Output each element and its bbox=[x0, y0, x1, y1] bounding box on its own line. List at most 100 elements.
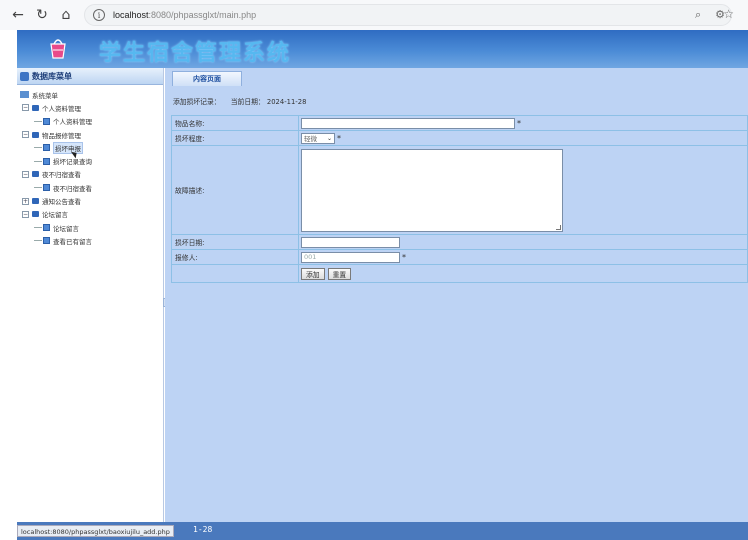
address-actions: ⌕ ⚙ bbox=[695, 8, 725, 22]
chevron-down-icon: ⌄ bbox=[326, 134, 332, 142]
database-icon bbox=[20, 71, 29, 81]
tree-item-label: 个人资料管理 bbox=[53, 118, 92, 127]
tab-content-page[interactable]: 内容页面 bbox=[172, 71, 242, 86]
status-url: localhost:8080/phpassglxt/baoxiujilu_add… bbox=[17, 525, 174, 537]
collapse-icon[interactable]: − bbox=[22, 210, 29, 218]
current-date-label: 当前日期： bbox=[230, 98, 265, 106]
description-label: 故障描述: bbox=[172, 146, 299, 234]
add-button[interactable]: 添加 bbox=[301, 267, 325, 280]
tree-group-notice[interactable]: + 通知公告查看 bbox=[17, 194, 163, 207]
folder-icon bbox=[32, 171, 39, 178]
form-row-item-name: 物品名称: * bbox=[172, 116, 747, 131]
folder-root-icon bbox=[20, 91, 29, 99]
tree-group-label: 论坛留言 bbox=[42, 211, 68, 220]
sidebar-title: 数据库菜单 bbox=[32, 71, 72, 81]
tree-connector bbox=[34, 240, 42, 242]
damage-level-label: 损坏程度: bbox=[172, 131, 299, 145]
search-icon[interactable]: ⌕ bbox=[695, 8, 701, 22]
tree-item-damage-query[interactable]: 损坏记录查询 bbox=[17, 154, 163, 167]
refresh-icon[interactable]: ↻ bbox=[34, 7, 50, 23]
form-row-reporter: 报修人: 001 * bbox=[172, 250, 747, 265]
damage-date-input[interactable] bbox=[301, 236, 400, 248]
folder-icon bbox=[32, 198, 39, 205]
site-header: 学生宿舍管理系统 bbox=[17, 30, 748, 68]
tree-item-damage-report[interactable]: 损坏申报 bbox=[17, 141, 163, 154]
info-icon[interactable]: i bbox=[93, 9, 105, 21]
damage-level-value: 轻微 bbox=[304, 135, 317, 143]
expand-icon[interactable]: + bbox=[22, 197, 29, 205]
tab-strip: 内容页面 bbox=[165, 68, 748, 86]
required-mark: * bbox=[402, 252, 406, 262]
collapse-icon[interactable]: − bbox=[22, 104, 29, 112]
tree-group-label: 夜不归宿查看 bbox=[42, 171, 81, 180]
tree-group-forum[interactable]: − 论坛留言 bbox=[17, 208, 163, 221]
reporter-input[interactable]: 001 bbox=[301, 251, 400, 263]
tree-item-view-messages[interactable]: 查看已有留言 bbox=[17, 234, 163, 247]
page-icon bbox=[43, 224, 50, 232]
page-heading: 添加损坏记录： 当前日期： 2024-11-28 bbox=[165, 86, 748, 116]
menu-tree: 系统菜单 − 个人资料管理 个人资料管理 − 物品报修管理 损坏申报 损坏记录查… bbox=[17, 85, 163, 248]
form-row-actions: 添加 重置 bbox=[172, 265, 747, 282]
page-icon bbox=[43, 237, 50, 245]
tree-item-forum[interactable]: 论坛留言 bbox=[17, 221, 163, 234]
damage-form: 物品名称: * 损坏程度: 轻微 ⌄ * 故障描述: 损坏日期: 报修人: 00… bbox=[171, 115, 748, 283]
bookmark-star-icon[interactable]: ☆ bbox=[723, 7, 734, 21]
tree-group-label: 个人资料管理 bbox=[42, 104, 81, 113]
back-arrow-icon[interactable]: ← bbox=[10, 7, 26, 23]
item-name-cell: * bbox=[299, 116, 747, 130]
tree-root-label: 系统菜单 bbox=[32, 91, 58, 100]
collapse-icon[interactable]: − bbox=[22, 131, 29, 139]
folder-icon bbox=[32, 104, 39, 111]
current-date: 2024-11-28 bbox=[266, 98, 307, 106]
description-textarea[interactable] bbox=[301, 148, 563, 232]
collapse-icon[interactable]: − bbox=[22, 170, 29, 178]
tree-item-night[interactable]: 夜不归宿查看 bbox=[17, 181, 163, 194]
folder-icon bbox=[32, 131, 39, 138]
page-icon bbox=[43, 117, 50, 125]
logo-icon bbox=[50, 39, 66, 59]
resize-grip-icon[interactable] bbox=[556, 224, 561, 230]
tree-group-repair[interactable]: − 物品报修管理 bbox=[17, 128, 163, 141]
description-cell bbox=[299, 146, 747, 234]
tree-connector bbox=[34, 187, 42, 189]
page-icon bbox=[43, 184, 50, 192]
url-path: :8080/phpassglxt/main.php bbox=[148, 10, 257, 20]
damage-level-cell: 轻微 ⌄ * bbox=[299, 131, 747, 145]
tree-item-label-selected: 损坏申报 bbox=[53, 141, 83, 154]
tree-connector bbox=[34, 147, 42, 149]
actions-label-cell bbox=[172, 265, 299, 282]
reporter-cell: 001 * bbox=[299, 250, 747, 264]
tree-connector bbox=[34, 227, 42, 229]
address-bar[interactable]: i localhost:8080/phpassglxt/main.php ⌕ ⚙ bbox=[84, 4, 732, 26]
actions-cell: 添加 重置 bbox=[299, 265, 747, 282]
damage-date-label: 损坏日期: bbox=[172, 235, 299, 249]
status-bar: localhost:8080/phpassglxt/baoxiujilu_add… bbox=[17, 522, 748, 540]
required-mark: * bbox=[517, 118, 521, 128]
sidebar-header: 数据库菜单 bbox=[17, 68, 163, 85]
reporter-label: 报修人: bbox=[172, 250, 299, 264]
home-icon[interactable]: ⌂ bbox=[58, 7, 74, 23]
url-host: localhost bbox=[113, 10, 149, 20]
url-text: localhost:8080/phpassglxt/main.php bbox=[113, 10, 256, 20]
tree-item-profile[interactable]: 个人资料管理 bbox=[17, 115, 163, 128]
tree-connector bbox=[34, 160, 42, 162]
item-name-label: 物品名称: bbox=[172, 116, 299, 130]
tree-item-label: 损坏记录查询 bbox=[53, 158, 92, 167]
page-icon bbox=[43, 144, 50, 152]
damage-level-select[interactable]: 轻微 ⌄ bbox=[301, 132, 335, 144]
page-icon bbox=[43, 157, 50, 165]
required-mark: * bbox=[337, 133, 341, 143]
reset-button[interactable]: 重置 bbox=[327, 267, 352, 280]
tree-group-label: 通知公告查看 bbox=[42, 198, 81, 207]
form-row-description: 故障描述: bbox=[172, 146, 747, 235]
reporter-value: 001 bbox=[304, 253, 317, 261]
tree-connector bbox=[34, 120, 42, 122]
damage-date-cell bbox=[299, 235, 747, 249]
form-row-damage-level: 损坏程度: 轻微 ⌄ * bbox=[172, 131, 747, 146]
folder-icon bbox=[32, 211, 39, 218]
tree-group-night[interactable]: − 夜不归宿查看 bbox=[17, 168, 163, 181]
tree-group-profile[interactable]: − 个人资料管理 bbox=[17, 101, 163, 114]
tree-root[interactable]: 系统菜单 bbox=[17, 88, 163, 101]
item-name-input[interactable] bbox=[301, 117, 515, 129]
form-row-damage-date: 损坏日期: bbox=[172, 235, 747, 250]
